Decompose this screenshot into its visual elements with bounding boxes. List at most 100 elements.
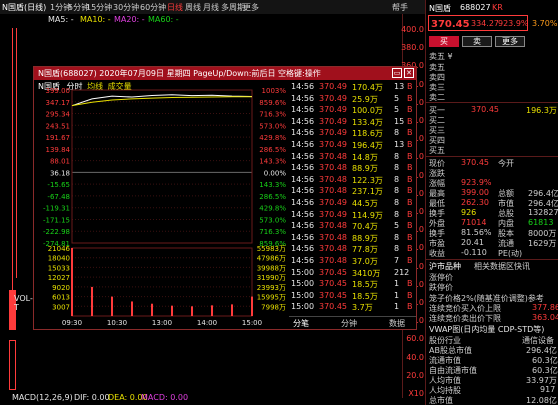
helper-button[interactable]: 帮手 bbox=[392, 2, 408, 13]
tick-list: 14:56 370.49 170.4万 13 B 14:56 370.49 25.9万 5 B 14… bbox=[289, 80, 416, 316]
vwap-link[interactable]: VWAP图(日内均量 CDP-STD等) bbox=[426, 324, 558, 334]
tick-n: 15 bbox=[394, 116, 405, 126]
tick-d: B bbox=[407, 290, 413, 300]
vol-amount-label: 23993万 bbox=[257, 284, 286, 292]
tick-n: 5 bbox=[394, 221, 400, 231]
tab-daily[interactable]: 日线 bbox=[167, 2, 183, 13]
tab-data[interactable]: 数据 bbox=[389, 318, 405, 329]
tick-row: 14:56 370.49 196.4万 13 B bbox=[289, 140, 416, 151]
stat-row: 换手 81.56% 股本 8000万 bbox=[429, 228, 557, 238]
tick-v: 88.9万 bbox=[352, 164, 378, 174]
stat-row: 最高 399.00 总额 296.4亿 bbox=[429, 188, 558, 198]
quote-header: N国盾 688027 KR bbox=[429, 3, 503, 13]
vol-amount-label: 47986万 bbox=[257, 255, 286, 263]
tick-p: 370.48 bbox=[319, 244, 347, 254]
tick-d: B bbox=[407, 198, 413, 207]
tick-d: B bbox=[407, 244, 413, 254]
macd-value: MACD: 0.00 bbox=[141, 393, 189, 402]
tab-15min[interactable]: 15分钟 bbox=[86, 2, 112, 13]
tick-d: B bbox=[407, 140, 413, 149]
tick-d: B bbox=[407, 93, 413, 103]
pct-tick-label: 286.5% bbox=[259, 193, 286, 201]
tab-30min[interactable]: 30分钟 bbox=[113, 2, 139, 13]
tick-n: 5 bbox=[394, 93, 400, 103]
tick-v: 25.9万 bbox=[352, 94, 378, 104]
tab-ticks[interactable]: 分笔 bbox=[293, 318, 309, 329]
tick-d: B bbox=[407, 163, 413, 173]
price-tick-label: 139.84 bbox=[46, 146, 71, 154]
tick-d: B bbox=[407, 128, 413, 138]
tick-p: 370.45 bbox=[319, 302, 347, 312]
amplitude: 3.70% bbox=[532, 19, 558, 28]
price-tick-label: -15.65 bbox=[47, 181, 70, 189]
tick-v: 3410万 bbox=[352, 268, 381, 278]
tick-t: 14:56 bbox=[291, 256, 315, 265]
tick-t: 14:56 bbox=[291, 186, 315, 196]
pct-tick-label: 859.6% bbox=[259, 99, 286, 107]
stat-row: 收益 -0.110 PE(动) bbox=[429, 248, 523, 258]
tab-weekly[interactable]: 周线 bbox=[185, 2, 201, 13]
orderbook-header: 卖五 ¥ bbox=[429, 52, 453, 61]
tab-minutes[interactable]: 分钟 bbox=[341, 318, 357, 329]
tick-t: 15:00 bbox=[291, 302, 315, 312]
tick-t: 14:56 bbox=[291, 105, 315, 115]
axis-tick-label: 40.0 bbox=[406, 352, 424, 362]
pct-tick-label: 716.3% bbox=[259, 111, 286, 119]
price-tick-label: 88.01 bbox=[50, 158, 70, 166]
tab-60min[interactable]: 60分钟 bbox=[140, 2, 166, 13]
tick-p: 370.49 bbox=[319, 82, 347, 91]
tick-row: 14:56 370.48 70.4万 5 B bbox=[289, 221, 416, 232]
stat-row: 涨幅 923.9% bbox=[429, 178, 492, 188]
tick-p: 370.48 bbox=[319, 174, 347, 184]
tick-t: 14:56 bbox=[291, 93, 315, 103]
sell-button[interactable]: 卖 bbox=[462, 36, 492, 47]
tick-n: 8 bbox=[394, 163, 400, 173]
tick-t: 14:56 bbox=[291, 82, 315, 91]
tick-p: 370.49 bbox=[319, 93, 347, 103]
tick-t: 15:00 bbox=[291, 290, 315, 300]
info-header: 沪市品种 相关数据区快讯 bbox=[429, 262, 530, 271]
vol-amount-label: 7998万 bbox=[261, 303, 286, 311]
tick-n: 8 bbox=[394, 209, 400, 219]
pct-tick-label: 286.5% bbox=[259, 146, 286, 154]
tick-v: 88.9万 bbox=[352, 233, 378, 243]
tick-d: B bbox=[407, 82, 413, 91]
macd-legend: MACD(12,26,9) DIF: 0.00 DEA: 0.00 MACD: … bbox=[0, 392, 425, 405]
tick-p: 370.48 bbox=[319, 151, 347, 161]
tab-monthly[interactable]: 月线 bbox=[203, 2, 219, 13]
tick-t: 14:56 bbox=[291, 232, 315, 242]
popup-menu-button[interactable]: ▭ bbox=[392, 68, 402, 78]
intraday-chart: N国盾 分时 均线 成交量 399.00 1003% 347.17 859.6% 295… bbox=[34, 80, 288, 331]
ma10-label: MA10: - bbox=[80, 15, 111, 24]
tick-p: 370.49 bbox=[319, 209, 347, 219]
vol-tick-label: 15033 bbox=[48, 264, 70, 272]
stat-row: 最低 262.30 市值 296.4亿 bbox=[429, 198, 558, 208]
tick-n: 212 bbox=[394, 267, 410, 277]
tick-row: 14:56 370.48 122.3万 8 B bbox=[289, 175, 416, 186]
pct-tick-label: 143.3% bbox=[259, 158, 286, 166]
tick-v: 170.4万 bbox=[352, 83, 383, 92]
tick-row: 14:56 370.49 44.5万 8 B bbox=[289, 198, 416, 209]
tick-d: B bbox=[407, 279, 413, 289]
pct-tick-label: 1003% bbox=[262, 87, 287, 95]
tab-multi[interactable]: 多周期 bbox=[221, 2, 245, 13]
tick-n: 8 bbox=[394, 198, 400, 207]
tick-row: 14:56 370.49 114.9万 8 B bbox=[289, 210, 416, 221]
tick-d: B bbox=[407, 302, 413, 312]
buy-button[interactable]: 买 bbox=[429, 36, 459, 47]
tick-p: 370.45 bbox=[319, 290, 347, 300]
more-button[interactable]: 更多 bbox=[495, 36, 525, 47]
tick-t: 14:56 bbox=[291, 163, 315, 173]
tick-v: 122.3万 bbox=[352, 175, 383, 185]
tick-d: B bbox=[407, 221, 413, 231]
tab-more[interactable]: 更多 bbox=[243, 2, 259, 13]
popup-title[interactable]: N国盾(688027) 2020年07月09日 星期四 PageUp/Down:… bbox=[34, 67, 416, 80]
vol-tick-label: 21046 bbox=[48, 245, 71, 253]
tick-n: 8 bbox=[394, 128, 400, 138]
stat-row: 涨跌 bbox=[429, 169, 445, 178]
tick-row: 14:56 370.48 88.9万 8 B bbox=[289, 163, 416, 174]
tick-t: 14:56 bbox=[291, 209, 315, 219]
popup-close-button[interactable]: ✕ bbox=[404, 68, 414, 78]
tick-v: 118.6万 bbox=[352, 129, 383, 139]
axis-tick-label: 60.0 bbox=[406, 334, 424, 344]
